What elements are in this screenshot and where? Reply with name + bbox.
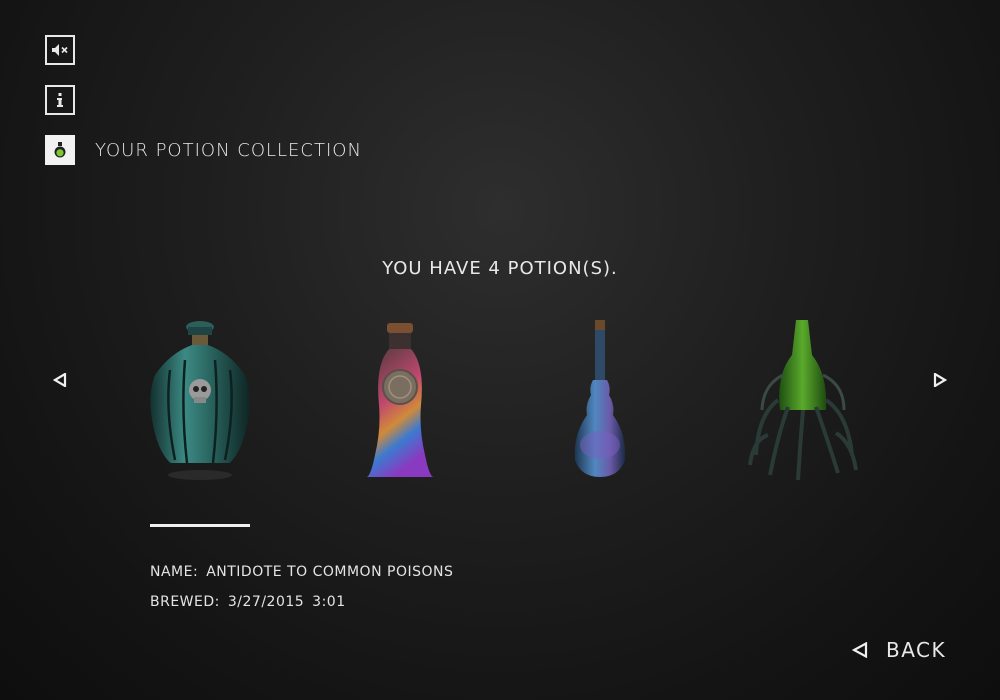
potion-rainbow-vial[interactable] xyxy=(345,315,455,490)
rainbow-vial-image xyxy=(367,323,433,477)
previous-arrow-button[interactable] xyxy=(50,370,70,390)
brewed-label: BREWED: xyxy=(150,594,220,610)
potion-flask-icon xyxy=(54,142,66,158)
triangle-left-icon xyxy=(852,642,868,658)
blue-flask-image xyxy=(574,320,626,477)
collection-title: YOUR POTION COLLECTION xyxy=(95,140,362,161)
green-root-bottle-image xyxy=(748,320,858,481)
potion-skull-bottle[interactable] xyxy=(145,315,255,490)
back-label: BACK xyxy=(886,638,947,662)
potion-details: NAME: ANTIDOTE TO COMMON POISONS BREWED: 3… xyxy=(150,557,453,617)
potion-brewed-row: BREWED: 3/27/2015 3:01 xyxy=(150,587,453,617)
selected-potion-indicator xyxy=(150,524,250,527)
name-label: NAME: xyxy=(150,564,199,580)
collection-button[interactable] xyxy=(45,135,75,165)
brewed-date: 3/27/2015 xyxy=(227,594,305,610)
info-button[interactable] xyxy=(45,85,75,115)
triangle-left-icon xyxy=(53,373,67,387)
mute-button[interactable] xyxy=(45,35,75,65)
back-button[interactable]: BACK xyxy=(852,638,946,662)
name-value: ANTIDOTE TO COMMON POISONS xyxy=(206,564,454,580)
potion-green-root-bottle[interactable] xyxy=(748,315,858,490)
potion-name-row: NAME: ANTIDOTE TO COMMON POISONS xyxy=(150,557,453,587)
skull-bottle-image xyxy=(150,321,250,480)
info-icon xyxy=(57,93,63,107)
next-arrow-button[interactable] xyxy=(930,370,950,390)
brewed-time: 3:01 xyxy=(312,594,346,610)
triangle-right-icon xyxy=(933,373,947,387)
potion-blue-flask[interactable] xyxy=(545,315,655,490)
mute-speaker-icon xyxy=(52,44,68,56)
potion-count-text: YOU HAVE 4 POTION(S). xyxy=(382,258,618,279)
